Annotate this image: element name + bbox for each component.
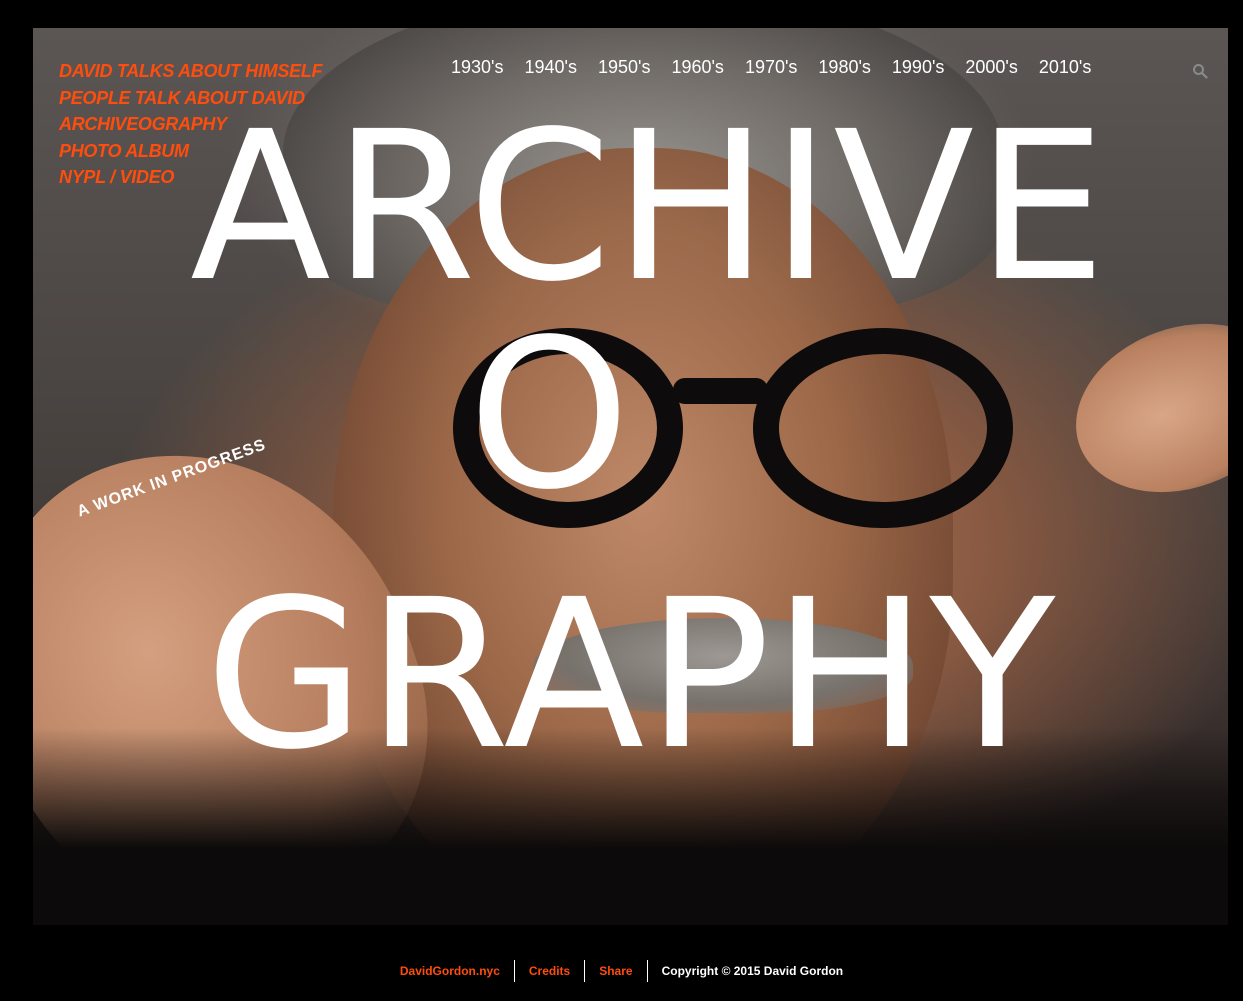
decade-1950s[interactable]: 1950's bbox=[598, 57, 650, 78]
footer-copyright: Copyright © 2015 David Gordon bbox=[661, 964, 844, 978]
decade-1960s[interactable]: 1960's bbox=[671, 57, 723, 78]
title-archive: ARCHIVE bbox=[190, 87, 1109, 327]
footer-divider bbox=[584, 960, 586, 982]
search-icon[interactable] bbox=[1192, 63, 1208, 79]
decade-1930s[interactable]: 1930's bbox=[451, 57, 503, 78]
footer-divider bbox=[646, 960, 648, 982]
footer-link-share[interactable]: Share bbox=[599, 964, 632, 978]
title-graphy: GRAPHY bbox=[205, 555, 1058, 795]
decade-1970s[interactable]: 1970's bbox=[745, 57, 797, 78]
glasses-right-lens bbox=[753, 328, 1013, 528]
decade-nav: 1930's 1940's 1950's 1960's 1970's 1980'… bbox=[451, 57, 1091, 78]
footer-link-credits[interactable]: Credits bbox=[529, 964, 570, 978]
footer-link-site[interactable]: DavidGordon.nyc bbox=[400, 964, 500, 978]
nav-item-david-talks[interactable]: DAVID TALKS ABOUT HIMSELF bbox=[59, 58, 322, 85]
decade-2010s[interactable]: 2010's bbox=[1039, 57, 1091, 78]
decade-1940s[interactable]: 1940's bbox=[524, 57, 576, 78]
right-hand-shape bbox=[1052, 295, 1228, 521]
decade-1990s[interactable]: 1990's bbox=[892, 57, 944, 78]
title-o: O bbox=[468, 295, 631, 535]
decade-1980s[interactable]: 1980's bbox=[818, 57, 870, 78]
glasses-bridge bbox=[673, 378, 768, 404]
footer-divider bbox=[513, 960, 515, 982]
decade-2000s[interactable]: 2000's bbox=[965, 57, 1017, 78]
footer: DavidGordon.nyc Credits Share Copyright … bbox=[0, 957, 1243, 985]
